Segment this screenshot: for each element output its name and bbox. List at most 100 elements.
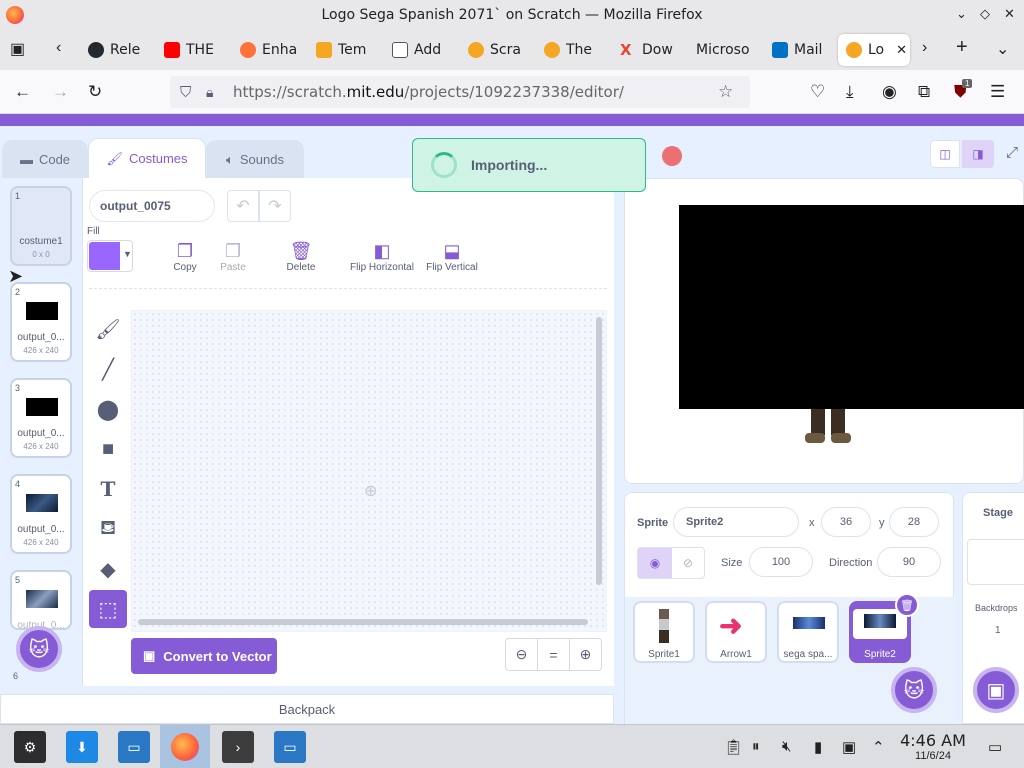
redo-button[interactable]: ↷ — [259, 190, 291, 222]
store-app-icon[interactable]: ⬇︎ — [66, 731, 98, 763]
sprite-tile[interactable]: ➜ Arrow1 — [705, 601, 767, 663]
zoom-out-button[interactable]: ⊖ — [505, 638, 538, 671]
tray-expand-icon[interactable]: ⌃ — [872, 738, 885, 756]
x-input[interactable]: 36 — [821, 507, 871, 537]
menu-hamburger-icon[interactable]: ☰ — [990, 82, 1005, 102]
stage-canvas[interactable] — [679, 205, 1024, 409]
show-desktop-icon[interactable]: ▭ — [988, 738, 1002, 756]
close-window-icon[interactable]: ✕ — [1004, 6, 1015, 22]
select-tool[interactable]: ⬚ — [89, 590, 127, 628]
tab-scratch[interactable]: Scra — [460, 34, 534, 66]
paint-canvas[interactable]: ⊕ — [131, 310, 607, 632]
terminal-app-icon[interactable]: › — [222, 731, 254, 763]
sprite-name-input[interactable]: Sprite2 — [673, 507, 799, 537]
choose-costume-button[interactable]: 🐱︎ — [16, 626, 62, 672]
stage[interactable] — [624, 178, 1024, 484]
tabs-scroll-left-icon[interactable]: ‹ — [56, 39, 61, 57]
size-input[interactable]: 100 — [749, 547, 813, 577]
stop-button[interactable] — [662, 146, 682, 166]
tab-download[interactable]: X Dow — [612, 34, 686, 66]
tab-addons[interactable]: Add — [384, 34, 458, 66]
copy-button[interactable]: ❐ Copy — [161, 240, 209, 274]
costume-item[interactable]: 5 output_0... — [10, 570, 72, 631]
backpack-header[interactable]: Backpack — [0, 694, 614, 724]
url-text[interactable]: https://scratch.mit.edu/projects/1092237… — [233, 83, 624, 101]
reload-icon[interactable]: ↻ — [88, 82, 102, 102]
tab-code[interactable]: ▬ Code — [2, 140, 88, 178]
fill-color-picker[interactable]: ▼ — [87, 240, 133, 272]
y-input[interactable]: 28 — [889, 507, 939, 537]
tab-scratch-editor-active[interactable]: Lo ✕ — [838, 34, 910, 66]
tab-outlook-mail[interactable]: Mail — [764, 34, 836, 66]
undo-button[interactable]: ↶ — [227, 190, 259, 222]
zoom-in-button[interactable]: ⊕ — [569, 638, 602, 671]
fullscreen-icon[interactable]: ⤢ — [1006, 144, 1018, 161]
choose-sprite-button[interactable]: 🐱︎ — [891, 667, 937, 713]
tab-mail-template[interactable]: Tem — [308, 34, 382, 66]
choose-backdrop-button[interactable]: ▣ — [973, 667, 1019, 713]
download-icon[interactable]: ⤓ — [846, 82, 854, 102]
costume-item[interactable]: 1 costume1 0 x 0 — [10, 186, 72, 266]
tab-list-icon[interactable]: ▣ — [10, 39, 25, 59]
pocket-icon[interactable]: ♡ — [810, 82, 825, 102]
tab-firefox-addon[interactable]: Enha — [232, 34, 306, 66]
fill-tool[interactable]: ⛾ — [89, 510, 127, 548]
volume-muted-icon[interactable]: 🔇︎ — [782, 738, 791, 755]
firefox-taskbar-button[interactable] — [160, 725, 210, 768]
show-button[interactable]: ◉ — [638, 548, 672, 578]
lock-icon[interactable]: 🔒︎ — [206, 84, 213, 101]
forward-icon[interactable]: → — [52, 82, 69, 102]
back-icon[interactable]: ← — [14, 82, 31, 102]
address-bar[interactable]: ⛉ 🔒︎ https://scratch.mit.edu/projects/10… — [170, 76, 750, 108]
clipboard-icon[interactable]: 📋︎ — [724, 738, 743, 756]
files-app-icon[interactable]: ▭ — [118, 731, 150, 763]
costume-item[interactable]: 4 output_0... 426 x 240 — [10, 474, 72, 554]
stage-selector[interactable]: Stage Backdrops 1 ▣ — [962, 492, 1024, 724]
close-tab-icon[interactable]: ✕ — [896, 43, 907, 58]
costume-name-input[interactable]: output_0075 — [89, 190, 215, 222]
clock[interactable]: 4:46 AM 11/6/24 — [900, 731, 966, 762]
flip-horizontal-button[interactable]: ◧ Flip Horizontal — [345, 240, 419, 274]
tabs-scroll-right-icon[interactable]: › — [922, 39, 927, 57]
new-tab-icon[interactable]: + — [956, 36, 968, 59]
sprite-tile[interactable]: Sprite1 — [633, 601, 695, 663]
rectangle-tool[interactable]: ■ — [89, 430, 127, 468]
normal-stage-button[interactable]: ◨ — [962, 140, 994, 168]
line-tool[interactable]: ╱ — [89, 350, 127, 388]
costume-item[interactable]: 2 output_0... 426 x 240 — [10, 282, 72, 362]
delete-sprite-button[interactable]: 🗑︎ — [895, 593, 919, 617]
tab-scratch-2[interactable]: The — [536, 34, 610, 66]
sprite-tile[interactable]: sega spa... — [777, 601, 839, 663]
vertical-scrollbar[interactable] — [596, 317, 602, 585]
paste-button[interactable]: ❐ Paste — [209, 240, 257, 274]
delete-button[interactable]: 🗑︎ Delete — [277, 240, 325, 274]
files-app-icon-2[interactable]: ▭ — [274, 731, 306, 763]
small-stage-button[interactable]: ◫ — [930, 140, 960, 168]
hide-button[interactable]: ⊘ — [672, 548, 704, 578]
tab-microsoft[interactable]: Microso — [688, 34, 762, 66]
settings-app-icon[interactable]: ⚙︎ — [14, 731, 46, 763]
minimize-icon[interactable]: ⌄ — [956, 6, 967, 22]
media-pause-icon[interactable]: ⏸︎ — [752, 738, 760, 755]
battery-icon[interactable]: ▮ — [814, 738, 822, 756]
zoom-reset-button[interactable]: = — [537, 638, 570, 671]
maximize-icon[interactable]: ◇ — [980, 6, 990, 22]
flip-vertical-button[interactable]: ⬓ Flip Vertical — [419, 240, 485, 274]
list-all-tabs-icon[interactable]: ⌄ — [996, 39, 1009, 59]
direction-input[interactable]: 90 — [877, 547, 941, 577]
tab-youtube[interactable]: THE — [156, 34, 230, 66]
eraser-tool[interactable]: ◆ — [89, 550, 127, 588]
tab-costumes[interactable]: 🖌︎ Costumes — [88, 138, 206, 178]
horizontal-scrollbar[interactable] — [138, 619, 588, 625]
account-icon[interactable]: ◉ — [882, 82, 897, 102]
tab-github[interactable]: Rele — [80, 34, 154, 66]
circle-tool[interactable]: ⬤ — [89, 390, 127, 428]
text-tool[interactable]: T — [89, 470, 127, 508]
extensions-icon[interactable]: ⧉ — [918, 82, 930, 102]
network-icon[interactable]: ▣ — [842, 738, 856, 756]
bookmark-star-icon[interactable]: ☆ — [718, 82, 733, 102]
brush-tool[interactable]: 🖌︎ — [89, 310, 127, 348]
tab-sounds[interactable]: 🔈︎ Sounds — [206, 140, 304, 178]
convert-to-vector-button[interactable]: ▣ Convert to Vector — [131, 638, 277, 674]
shield-icon[interactable]: ⛉ — [180, 84, 191, 101]
